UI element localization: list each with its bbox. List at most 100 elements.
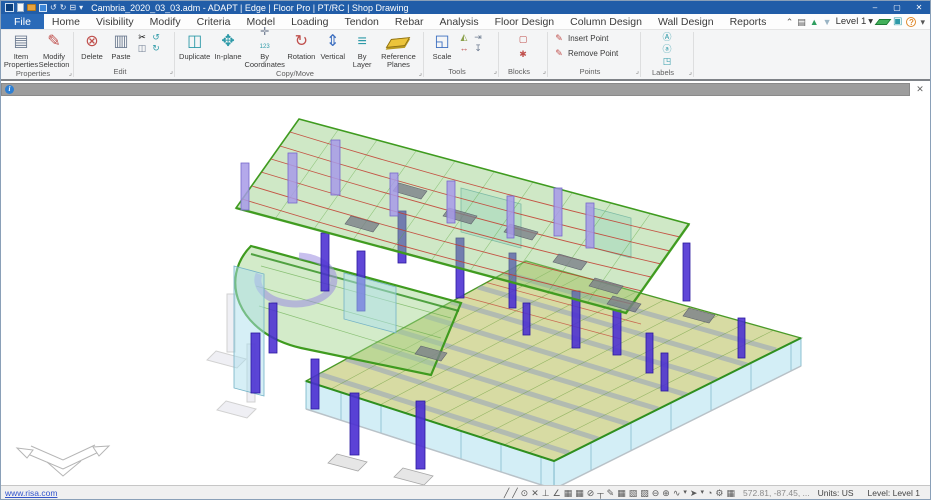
dialog-launcher-icon[interactable]: ⌟ bbox=[69, 69, 72, 77]
modify-selection-button[interactable]: ✎ Modify Selection bbox=[38, 31, 70, 69]
tab-column-design[interactable]: Column Design bbox=[562, 14, 650, 29]
tool-zoom-in-icon[interactable]: ⊕ bbox=[662, 488, 670, 498]
tool-display-grid-icon[interactable]: ▦ bbox=[726, 488, 735, 498]
ribbon: ▤ Item Properties ✎ Modify Selection Pro… bbox=[1, 30, 930, 81]
print-icon[interactable]: ⊟ bbox=[69, 3, 76, 12]
tab-file[interactable]: File bbox=[1, 14, 44, 29]
model-viewport[interactable] bbox=[1, 96, 930, 485]
tool-snap-perpendicular-icon[interactable]: ⊥ bbox=[542, 488, 550, 498]
levels-stack-icon[interactable]: ▤ bbox=[797, 17, 806, 27]
mirror-icon[interactable]: ◭ bbox=[458, 33, 470, 42]
paste-button[interactable]: ▥ Paste bbox=[107, 31, 135, 61]
stretch-icon[interactable]: ↔ bbox=[458, 44, 470, 53]
tool-select-mode-caret-icon[interactable]: ▾ bbox=[700, 488, 704, 498]
single-level-view-icon[interactable] bbox=[875, 19, 892, 25]
vertical-button[interactable]: ⇕ Vertical bbox=[318, 31, 347, 61]
dialog-launcher-icon[interactable]: ⌟ bbox=[419, 69, 422, 77]
delete-button[interactable]: ⊗ Delete bbox=[77, 31, 107, 61]
create-block-icon[interactable]: ▢ bbox=[517, 35, 529, 44]
item-properties-button[interactable]: ▤ Item Properties bbox=[4, 31, 38, 69]
tool-view-wireframe-icon[interactable]: ▨ bbox=[640, 488, 649, 498]
tab-floor-design[interactable]: Floor Design bbox=[487, 14, 563, 29]
label-style-icon[interactable]: ⓐ bbox=[661, 45, 673, 54]
help-more-icon[interactable]: ▾ bbox=[920, 17, 925, 27]
help-icon[interactable]: ? bbox=[906, 17, 916, 27]
tab-reports[interactable]: Reports bbox=[722, 14, 775, 29]
tab-analysis[interactable]: Analysis bbox=[432, 14, 487, 29]
tab-loading[interactable]: Loading bbox=[283, 14, 336, 29]
tool-refresh-icon[interactable]: ◔ bbox=[707, 488, 712, 498]
dialog-launcher-icon[interactable]: ⌟ bbox=[543, 67, 546, 75]
info-bar-close-icon[interactable]: ✕ bbox=[910, 84, 930, 95]
copy-icon[interactable]: ◫ bbox=[136, 44, 148, 53]
insert-point-button[interactable]: ✎ Insert Point bbox=[551, 31, 637, 46]
by-coordinates-button[interactable]: ✛123 By Coordinates bbox=[245, 31, 285, 69]
minimize-button[interactable]: – bbox=[864, 1, 886, 14]
label-items-icon[interactable]: Ⓐ bbox=[661, 33, 673, 42]
level-up-icon[interactable]: ▲ bbox=[810, 17, 819, 27]
explode-block-icon[interactable]: ✱ bbox=[517, 50, 529, 59]
tool-snap-tangent-icon[interactable]: ⊘ bbox=[587, 488, 595, 498]
remove-point-button[interactable]: ✎ Remove Point bbox=[551, 46, 637, 61]
align-icon[interactable]: ⇥ bbox=[472, 33, 484, 42]
paste-icon: ▥ bbox=[113, 32, 128, 52]
ribbon-group-properties: ▤ Item Properties ✎ Modify Selection Pro… bbox=[1, 30, 73, 79]
units-indicator[interactable]: Units: US bbox=[818, 488, 854, 498]
tool-grid-display-icon[interactable]: ▦ bbox=[564, 488, 573, 498]
tool-view-solid-icon[interactable]: ▧ bbox=[629, 488, 638, 498]
dialog-launcher-icon[interactable]: ⌟ bbox=[494, 67, 497, 75]
model-3d-view-icon[interactable]: ▣ bbox=[893, 16, 902, 27]
close-button[interactable]: ✕ bbox=[908, 1, 930, 14]
tab-wall-design[interactable]: Wall Design bbox=[650, 14, 722, 29]
label-move-icon[interactable]: ◳ bbox=[661, 57, 673, 66]
qat-more-icon[interactable]: ▾ bbox=[79, 3, 83, 12]
dialog-launcher-icon[interactable]: ⌟ bbox=[170, 67, 173, 75]
undo-icon[interactable]: ↺ bbox=[50, 3, 57, 12]
tool-select-mode-icon[interactable]: ➤ bbox=[690, 488, 698, 498]
redo-small-icon[interactable]: ↻ bbox=[150, 44, 162, 53]
tool-snap-node-icon[interactable]: ┬ bbox=[597, 488, 603, 498]
dialog-launcher-icon[interactable]: ⌟ bbox=[636, 67, 639, 75]
tab-home[interactable]: Home bbox=[44, 14, 88, 29]
tool-snap-insert-icon[interactable]: ✎ bbox=[607, 488, 615, 498]
tool-snap-center-icon[interactable]: ⊙ bbox=[521, 488, 529, 498]
tab-rebar[interactable]: Rebar bbox=[387, 14, 432, 29]
risa-website-link[interactable]: www.risa.com bbox=[5, 488, 57, 498]
reference-planes-button[interactable]: Reference Planes bbox=[377, 31, 420, 69]
redo-icon[interactable]: ↻ bbox=[60, 3, 67, 12]
tool-draw-polyline-icon[interactable]: ╱ bbox=[512, 488, 517, 498]
tab-tendon[interactable]: Tendon bbox=[336, 14, 386, 29]
button-label: Item Properties bbox=[4, 53, 38, 69]
undo-small-icon[interactable]: ↺ bbox=[150, 33, 162, 42]
tool-snap-angle-icon[interactable]: ∠ bbox=[553, 488, 561, 498]
group-label-edit: Edit bbox=[114, 67, 127, 76]
ribbon-collapse-icon[interactable]: ⌃ bbox=[786, 17, 794, 27]
tab-criteria[interactable]: Criteria bbox=[189, 14, 239, 29]
project-down-icon[interactable]: ↧ bbox=[472, 44, 484, 53]
in-plane-button[interactable]: ✥ In-plane bbox=[211, 31, 244, 61]
tool-zoom-out-icon[interactable]: ⊖ bbox=[652, 488, 660, 498]
open-file-icon[interactable] bbox=[27, 4, 36, 11]
cut-icon[interactable]: ✂ bbox=[136, 33, 148, 42]
tool-snap-intersection-icon[interactable]: ✕ bbox=[531, 488, 539, 498]
level-selector[interactable]: Level 1▾ bbox=[836, 16, 873, 27]
tool-hatch-icon[interactable]: ▦ bbox=[617, 488, 626, 498]
tool-line-type-icon[interactable]: ∿ bbox=[673, 488, 681, 498]
save-icon[interactable] bbox=[39, 4, 47, 12]
tool-line-type-caret-icon[interactable]: ▾ bbox=[683, 488, 687, 498]
tool-grid-snap-icon[interactable]: ▦ bbox=[575, 488, 584, 498]
tool-settings-icon[interactable]: ⚙ bbox=[715, 488, 723, 498]
tool-draw-line-icon[interactable]: ╱ bbox=[504, 488, 509, 498]
scale-button[interactable]: ◱ Scale bbox=[427, 31, 457, 61]
tab-visibility[interactable]: Visibility bbox=[88, 14, 142, 29]
maximize-button[interactable]: ▢ bbox=[886, 1, 908, 14]
tab-modify[interactable]: Modify bbox=[142, 14, 189, 29]
rotation-button[interactable]: ↻ Rotation bbox=[285, 31, 318, 61]
by-layer-button[interactable]: ≡ By Layer bbox=[347, 31, 376, 69]
app-icon[interactable] bbox=[5, 3, 14, 12]
dialog-launcher-icon[interactable]: ⌟ bbox=[689, 68, 692, 76]
level-indicator[interactable]: Level: Level 1 bbox=[868, 488, 920, 498]
level-down-icon[interactable]: ▼ bbox=[823, 17, 832, 27]
new-file-icon[interactable] bbox=[17, 3, 24, 12]
duplicate-button[interactable]: ◫ Duplicate bbox=[178, 31, 211, 61]
